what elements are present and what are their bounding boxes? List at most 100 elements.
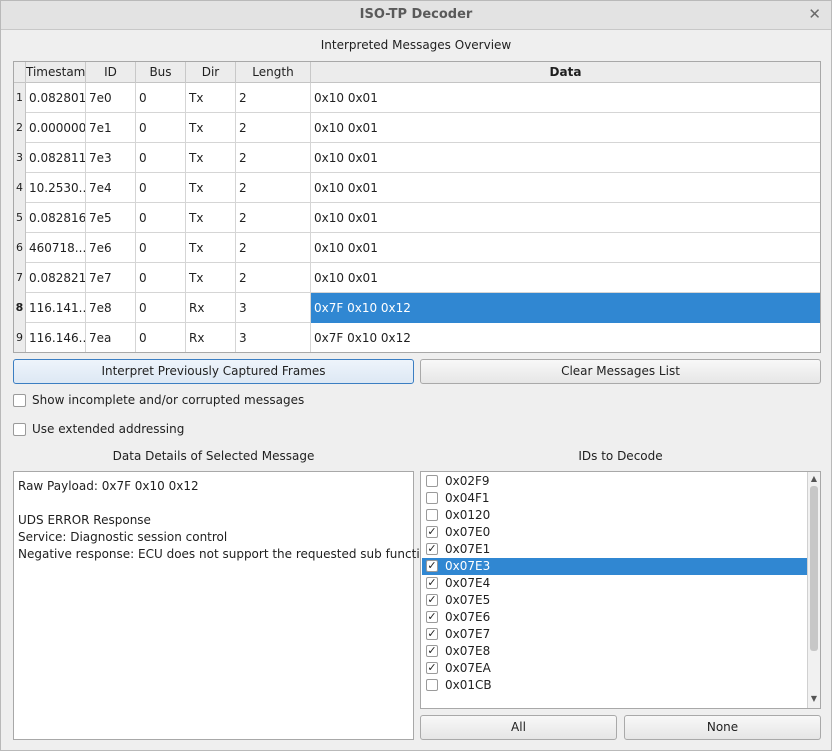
cell-dir[interactable]: Tx bbox=[186, 173, 236, 203]
cell-timestamp[interactable]: 460718... bbox=[26, 233, 86, 263]
id-list-item[interactable]: 0x02F9 bbox=[422, 473, 807, 490]
cell-id[interactable]: 7e5 bbox=[86, 203, 136, 233]
id-checkbox[interactable]: ✓ bbox=[426, 662, 438, 674]
row-number[interactable]: 6 bbox=[14, 233, 26, 263]
cell-timestamp[interactable]: 0.000000 bbox=[26, 113, 86, 143]
column-header-id[interactable]: ID bbox=[86, 62, 136, 83]
cell-data[interactable]: 0x10 0x01 bbox=[311, 143, 820, 173]
cell-data[interactable]: 0x10 0x01 bbox=[311, 173, 820, 203]
select-none-ids-button[interactable]: None bbox=[624, 715, 821, 740]
id-list-item[interactable]: ✓ 0x07E8 bbox=[422, 643, 807, 660]
ids-scrollbar[interactable]: ▲ ▼ bbox=[807, 472, 820, 708]
cell-timestamp[interactable]: 116.141... bbox=[26, 293, 86, 323]
cell-timestamp[interactable]: 10.2530... bbox=[26, 173, 86, 203]
cell-timestamp[interactable]: 0.082801 bbox=[26, 83, 86, 113]
id-list-item[interactable]: ✓ 0x07E5 bbox=[422, 592, 807, 609]
cell-dir[interactable]: Tx bbox=[186, 203, 236, 233]
cell-length[interactable]: 2 bbox=[236, 113, 311, 143]
cell-length[interactable]: 2 bbox=[236, 233, 311, 263]
cell-timestamp[interactable]: 0.082821 bbox=[26, 263, 86, 293]
id-list-item[interactable]: 0x01CB bbox=[422, 677, 807, 694]
cell-length[interactable]: 2 bbox=[236, 83, 311, 113]
id-list-item[interactable]: 0x04F1 bbox=[422, 490, 807, 507]
cell-timestamp[interactable]: 0.082811 bbox=[26, 143, 86, 173]
cell-dir[interactable]: Rx bbox=[186, 293, 236, 323]
cell-id[interactable]: 7e3 bbox=[86, 143, 136, 173]
id-list-item[interactable]: 0x0120 bbox=[422, 507, 807, 524]
show-incomplete-checkbox[interactable] bbox=[13, 394, 26, 407]
id-checkbox[interactable]: ✓ bbox=[426, 543, 438, 555]
cell-data[interactable]: 0x10 0x01 bbox=[311, 83, 820, 113]
id-list-item[interactable]: ✓ 0x07E7 bbox=[422, 626, 807, 643]
cell-timestamp[interactable]: 0.082816 bbox=[26, 203, 86, 233]
id-list-item[interactable]: ✓ 0x07EA bbox=[422, 660, 807, 677]
id-checkbox[interactable]: ✓ bbox=[426, 560, 438, 572]
id-checkbox[interactable]: ✓ bbox=[426, 577, 438, 589]
column-header-data[interactable]: Data bbox=[311, 62, 820, 83]
cell-timestamp[interactable]: 116.146... bbox=[26, 323, 86, 352]
cell-data[interactable]: 0x10 0x01 bbox=[311, 233, 820, 263]
close-icon[interactable]: ✕ bbox=[808, 5, 821, 23]
id-list-item[interactable]: ✓ 0x07E6 bbox=[422, 609, 807, 626]
cell-id[interactable]: 7e4 bbox=[86, 173, 136, 203]
id-checkbox[interactable]: ✓ bbox=[426, 628, 438, 640]
cell-length[interactable]: 2 bbox=[236, 263, 311, 293]
cell-bus[interactable]: 0 bbox=[136, 233, 186, 263]
ids-to-decode-list[interactable]: 0x02F9 0x04F1 0x0120 ✓ 0x07E0 ✓ 0x07E1 ✓ 0x07E3 ✓… bbox=[420, 471, 821, 709]
cell-length[interactable]: 3 bbox=[236, 323, 311, 352]
column-header-timestamp[interactable]: Timestamp bbox=[26, 62, 86, 83]
row-number[interactable]: 7 bbox=[14, 263, 26, 293]
cell-bus[interactable]: 0 bbox=[136, 173, 186, 203]
scroll-thumb[interactable] bbox=[810, 486, 818, 651]
table-row[interactable]: 9 116.146... 7ea 0 Rx 3 0x7F 0x10 0x12 bbox=[14, 323, 820, 352]
row-number[interactable]: 4 bbox=[14, 173, 26, 203]
cell-length[interactable]: 2 bbox=[236, 203, 311, 233]
row-number[interactable]: 9 bbox=[14, 323, 26, 352]
interpret-frames-button[interactable]: Interpret Previously Captured Frames bbox=[13, 359, 414, 384]
id-list-item[interactable]: ✓ 0x07E4 bbox=[422, 575, 807, 592]
cell-length[interactable]: 2 bbox=[236, 173, 311, 203]
cell-dir[interactable]: Tx bbox=[186, 233, 236, 263]
cell-dir[interactable]: Rx bbox=[186, 323, 236, 352]
scroll-down-icon[interactable]: ▼ bbox=[808, 694, 820, 703]
id-list-item[interactable]: ✓ 0x07E3 bbox=[422, 558, 807, 575]
clear-messages-button[interactable]: Clear Messages List bbox=[420, 359, 821, 384]
table-row[interactable]: 8 116.141... 7e8 0 Rx 3 0x7F 0x10 0x12 bbox=[14, 293, 820, 323]
message-details-panel[interactable]: Raw Payload: 0x7F 0x10 0x12 UDS ERROR Re… bbox=[13, 471, 435, 740]
row-number[interactable]: 8 bbox=[14, 293, 26, 323]
id-checkbox[interactable]: ✓ bbox=[426, 526, 438, 538]
id-checkbox[interactable]: ✓ bbox=[426, 645, 438, 657]
cell-id[interactable]: 7e6 bbox=[86, 233, 136, 263]
column-header-bus[interactable]: Bus bbox=[136, 62, 186, 83]
cell-data[interactable]: 0x10 0x01 bbox=[311, 203, 820, 233]
cell-data[interactable]: 0x10 0x01 bbox=[311, 113, 820, 143]
table-row[interactable]: 7 0.082821 7e7 0 Tx 2 0x10 0x01 bbox=[14, 263, 820, 293]
extended-addressing-checkbox[interactable] bbox=[13, 423, 26, 436]
table-row[interactable]: 5 0.082816 7e5 0 Tx 2 0x10 0x01 bbox=[14, 203, 820, 233]
cell-dir[interactable]: Tx bbox=[186, 113, 236, 143]
id-list-item[interactable]: ✓ 0x07E1 bbox=[422, 541, 807, 558]
id-checkbox[interactable]: ✓ bbox=[426, 611, 438, 623]
column-header-length[interactable]: Length bbox=[236, 62, 311, 83]
cell-id[interactable]: 7e0 bbox=[86, 83, 136, 113]
table-row[interactable]: 2 0.000000 7e1 0 Tx 2 0x10 0x01 bbox=[14, 113, 820, 143]
id-checkbox[interactable] bbox=[426, 492, 438, 504]
row-number[interactable]: 1 bbox=[14, 83, 26, 113]
table-row[interactable]: 1 0.082801 7e0 0 Tx 2 0x10 0x01 bbox=[14, 83, 820, 113]
id-checkbox[interactable] bbox=[426, 679, 438, 691]
scroll-up-icon[interactable]: ▲ bbox=[808, 474, 820, 483]
title-bar[interactable]: ISO-TP Decoder ✕ bbox=[1, 1, 831, 30]
cell-bus[interactable]: 0 bbox=[136, 293, 186, 323]
row-number[interactable]: 2 bbox=[14, 113, 26, 143]
cell-length[interactable]: 3 bbox=[236, 293, 311, 323]
cell-data[interactable]: 0x10 0x01 bbox=[311, 263, 820, 293]
cell-dir[interactable]: Tx bbox=[186, 83, 236, 113]
row-number[interactable]: 3 bbox=[14, 143, 26, 173]
id-checkbox[interactable] bbox=[426, 475, 438, 487]
id-list-item[interactable]: ✓ 0x07E0 bbox=[422, 524, 807, 541]
cell-bus[interactable]: 0 bbox=[136, 263, 186, 293]
cell-bus[interactable]: 0 bbox=[136, 83, 186, 113]
cell-id[interactable]: 7ea bbox=[86, 323, 136, 352]
cell-data[interactable]: 0x7F 0x10 0x12 bbox=[311, 293, 820, 323]
cell-bus[interactable]: 0 bbox=[136, 203, 186, 233]
